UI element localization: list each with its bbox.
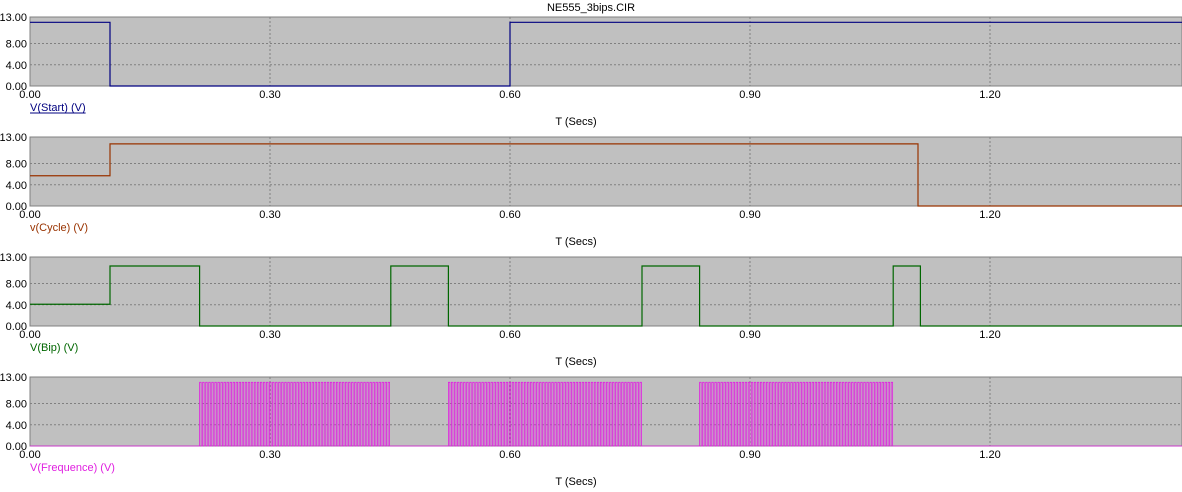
plot-area: 0.00 4.00 8.00 13.00 0.00 0.30 0.60 0.90 1.20 V(S… [0, 12, 1182, 488]
x-tick-label: 0.60 [499, 209, 520, 221]
plot-background [29, 16, 1182, 87]
x-axis-title: T (Secs) [555, 476, 596, 488]
y-tick-label: 13.00 [0, 12, 27, 24]
y-tick-label: 8.00 [6, 39, 27, 51]
y-tick-label: 4.00 [6, 300, 27, 312]
plot-background [29, 136, 1182, 207]
y-tick-label: 4.00 [6, 180, 27, 192]
x-tick-label: 1.20 [979, 329, 1000, 341]
x-tick-label: 0.60 [499, 89, 520, 101]
x-axis-title: T (Secs) [555, 356, 596, 368]
x-tick-label: 1.20 [979, 449, 1000, 461]
x-tick-label: 0.90 [739, 89, 760, 101]
series-name-label: V(Start) (V) [30, 102, 86, 114]
x-tick-label: 1.20 [979, 89, 1000, 101]
x-tick-label: 0.30 [259, 449, 280, 461]
y-tick-label: 4.00 [6, 420, 27, 432]
x-tick-label: 0.00 [19, 209, 40, 221]
x-tick-label: 0.60 [499, 329, 520, 341]
series-name-label: v(Cycle) (V) [30, 222, 88, 234]
x-tick-label: 0.30 [259, 329, 280, 341]
x-tick-label: 0.90 [739, 329, 760, 341]
x-tick-label: 0.00 [19, 329, 40, 341]
x-tick-label: 1.20 [979, 209, 1000, 221]
y-tick-label: 4.00 [6, 60, 27, 72]
x-axis-title: T (Secs) [555, 236, 596, 248]
x-tick-label: 0.60 [499, 449, 520, 461]
x-tick-label: 0.30 [259, 89, 280, 101]
y-tick-label: 13.00 [0, 252, 27, 264]
y-tick-label: 8.00 [6, 399, 27, 411]
x-tick-label: 0.90 [739, 209, 760, 221]
y-tick-label: 8.00 [6, 159, 27, 171]
x-axis-title: T (Secs) [555, 116, 596, 128]
x-tick-label: 0.00 [19, 449, 40, 461]
y-tick-label: 13.00 [0, 132, 27, 144]
series-name-label: V(Frequence) (V) [30, 462, 115, 474]
y-tick-label: 8.00 [6, 279, 27, 291]
x-tick-label: 0.00 [19, 89, 40, 101]
x-tick-label: 0.90 [739, 449, 760, 461]
series-name-label: V(Bip) (V) [30, 342, 78, 354]
plot-background [29, 256, 1182, 327]
x-tick-label: 0.30 [259, 209, 280, 221]
y-tick-label: 13.00 [0, 372, 27, 384]
